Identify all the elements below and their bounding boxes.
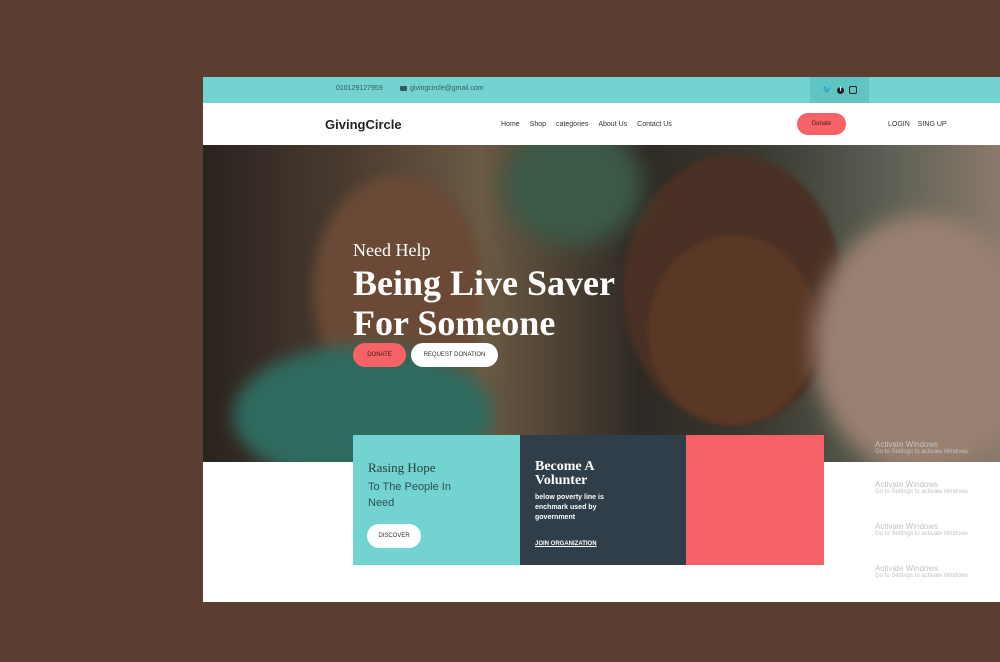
volunteer-card: Become A Volunter below poverty line is … — [520, 435, 686, 565]
watermark-sub: Go to Settings to activate Windows. — [875, 449, 970, 455]
windows-watermark: Activate Windows Go to Settings to activ… — [875, 522, 970, 537]
windows-watermark: Activate Windows Go to Settings to activ… — [875, 564, 970, 579]
hope-subtitle: To The People In Need — [368, 481, 451, 509]
donate-button[interactable]: Donate — [797, 113, 846, 135]
hero-donate-button[interactable]: DONATE — [353, 343, 406, 367]
main-nav: GivingCircle Home Shop categories About … — [203, 103, 1000, 145]
watermark-sub: Go to Settings to activate Windows. — [875, 489, 970, 495]
windows-watermark: Activate Windows Go to Settings to activ… — [875, 440, 970, 455]
hero-title-line2: For Someone — [353, 303, 556, 343]
hero-photo-face — [648, 235, 818, 425]
hero-title-line1: Being Live Saver — [353, 263, 615, 303]
hero-photo-right — [813, 215, 1000, 462]
hero-photo-back — [503, 145, 643, 245]
raising-hope-card: Rasing Hope To The People In Need DISCOV… — [353, 435, 520, 565]
watermark-sub: Go to Settings to activate Windows. — [875, 531, 970, 537]
hero-text: Need Help Being Live Saver For Someone — [353, 240, 615, 341]
email-contact: givingcircle@gmail.com — [400, 85, 484, 92]
hero-subtitle: Need Help — [353, 240, 431, 260]
watermark-title: Activate Windows — [875, 522, 939, 531]
site-logo[interactable]: GivingCircle — [325, 117, 402, 132]
discover-button[interactable]: DISCOVER — [367, 524, 421, 548]
hope-title: Rasing Hope — [368, 460, 436, 475]
email-address: givingcircle@gmail.com — [410, 85, 484, 92]
twitter-icon[interactable]: 🐦 — [822, 86, 832, 94]
signup-link[interactable]: SING UP — [918, 121, 947, 128]
phone-number: 010129127959 — [336, 85, 383, 92]
nav-contact[interactable]: Contact Us — [637, 121, 672, 128]
mail-icon — [400, 86, 407, 91]
auth-links: LOGIN SING UP — [888, 121, 947, 128]
windows-watermark: Activate Windows Go to Settings to activ… — [875, 480, 970, 495]
social-links: 🐦 f — [810, 77, 869, 103]
hero-banner: Need Help Being Live Saver For Someone D… — [203, 145, 1000, 462]
watermark-title: Activate Windows — [875, 564, 939, 573]
nav-about[interactable]: About Us — [598, 121, 627, 128]
nav-shop[interactable]: Shop — [530, 121, 546, 128]
request-donation-button[interactable]: REQUEST DONATION — [411, 343, 498, 367]
facebook-icon[interactable]: f — [836, 86, 844, 94]
watermark-sub: Go to Settings to activate Windows. — [875, 573, 970, 579]
login-link[interactable]: LOGIN — [888, 121, 910, 128]
nav-home[interactable]: Home — [501, 121, 520, 128]
nav-menu: Home Shop categories About Us Contact Us — [501, 121, 672, 128]
nav-categories[interactable]: categories — [556, 121, 588, 128]
instagram-icon[interactable] — [848, 86, 857, 94]
coral-card — [686, 435, 824, 565]
website-screenshot: 010129127959 givingcircle@gmail.com 🐦 f … — [203, 77, 1000, 602]
volunteer-text: below poverty line is enchmark used by g… — [535, 494, 604, 521]
volunteer-title: Become A Volunter — [535, 459, 594, 488]
watermark-title: Activate Windows — [875, 480, 939, 489]
join-organization-link[interactable]: JOIN ORGANIZATION — [535, 541, 597, 547]
top-bar: 010129127959 givingcircle@gmail.com 🐦 f — [203, 77, 1000, 103]
watermark-title: Activate Windows — [875, 440, 939, 449]
